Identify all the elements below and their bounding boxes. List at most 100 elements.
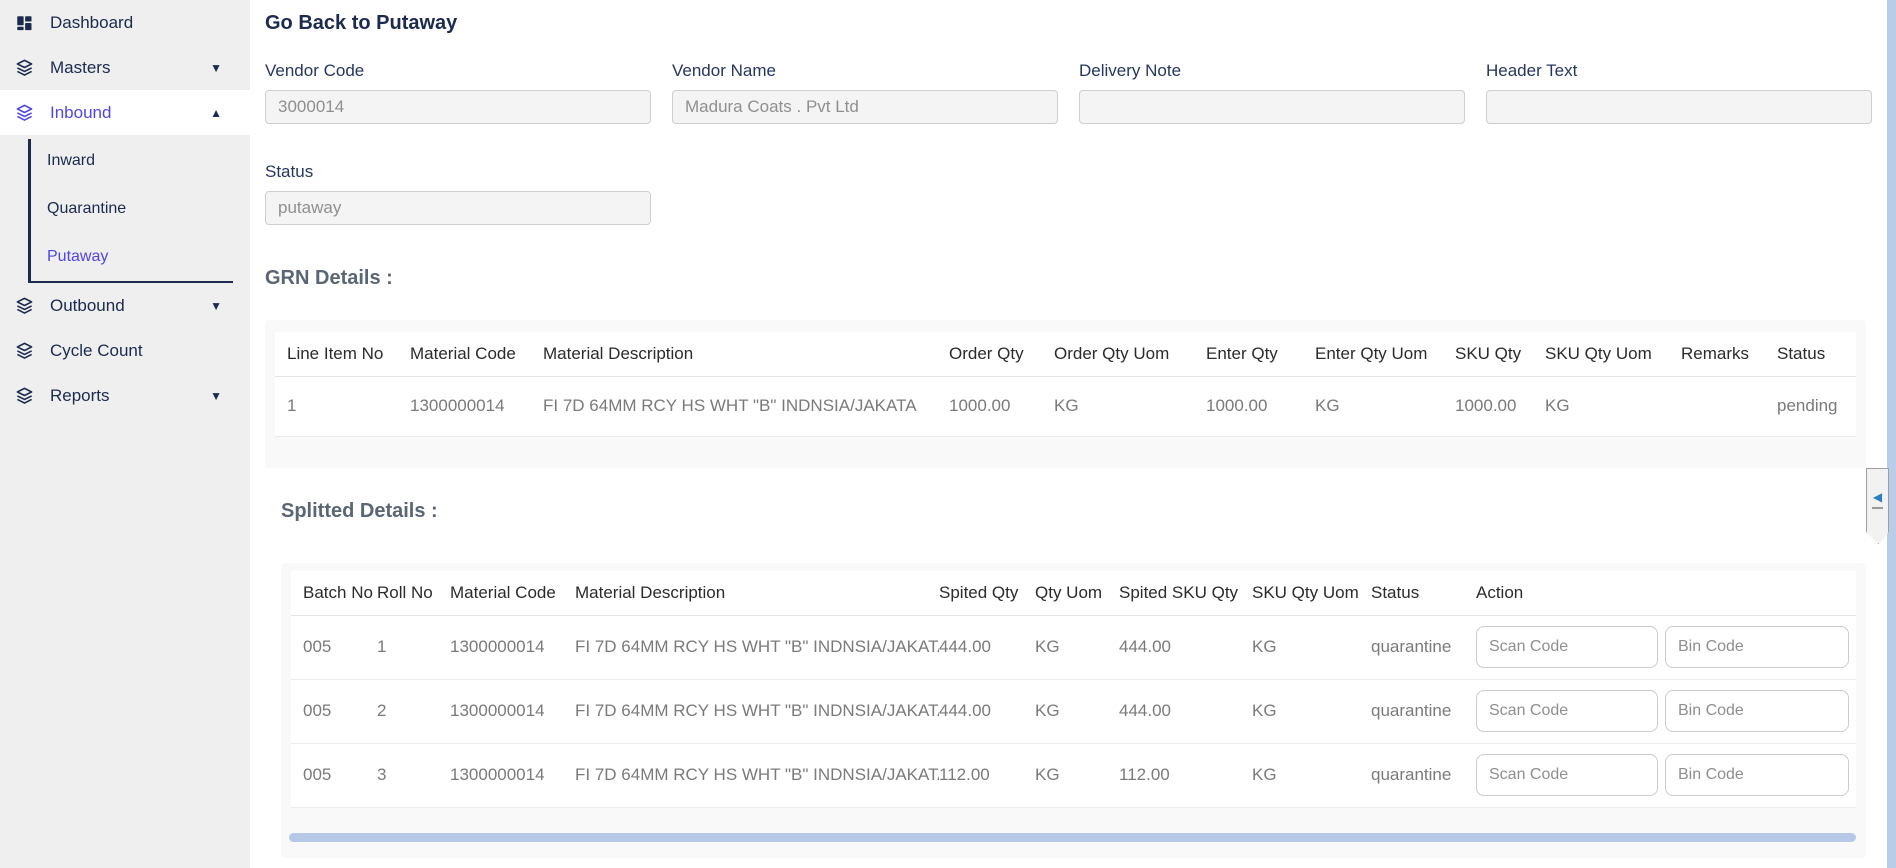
cell-material-code: 1300000014 bbox=[450, 615, 575, 679]
cell-material-description: FI 7D 64MM RCY HS WHT "B" INDNSIA/JAKATA bbox=[575, 743, 939, 807]
vendor-name-label: Vendor Name bbox=[672, 61, 1058, 81]
cell-sku-qty-uom: KG bbox=[1252, 615, 1371, 679]
cell-material-description: FI 7D 64MM RCY HS WHT "B" INDNSIA/JAKATA bbox=[575, 615, 939, 679]
cell-spited-sku-qty: 444.00 bbox=[1119, 679, 1252, 743]
back-link[interactable]: Go Back to Putaway bbox=[265, 12, 457, 35]
vertical-scrollbar[interactable] bbox=[1887, 0, 1896, 868]
grn-cell-sku-qty-uom: KG bbox=[1545, 376, 1681, 436]
grn-header-row: Line Item No Material Code Material Desc… bbox=[275, 332, 1856, 376]
sidebar-item-quarantine[interactable]: Quarantine bbox=[0, 185, 250, 233]
action-cell bbox=[1476, 680, 1850, 743]
splitted-col-header: SKU Qty Uom bbox=[1252, 571, 1371, 615]
panel-collapse-toggle[interactable]: ◀ bbox=[1866, 468, 1889, 544]
cell-batch-no: 005 bbox=[291, 615, 377, 679]
action-cell bbox=[1476, 616, 1850, 679]
caret-down-icon: ▼ bbox=[210, 61, 222, 75]
active-item-underline bbox=[28, 281, 233, 283]
grn-col-header: Order Qty Uom bbox=[1054, 332, 1206, 376]
vendor-code-input[interactable] bbox=[265, 90, 651, 124]
sidebar-item-outbound[interactable]: Outbound ▼ bbox=[0, 283, 250, 328]
grn-col-header: SKU Qty bbox=[1455, 332, 1545, 376]
cell-status: quarantine bbox=[1371, 615, 1476, 679]
cell-qty-uom: KG bbox=[1035, 679, 1119, 743]
scan-code-input[interactable] bbox=[1476, 690, 1658, 732]
nav-label: Outbound bbox=[50, 296, 210, 316]
delivery-note-input[interactable] bbox=[1079, 90, 1465, 124]
bin-code-input[interactable] bbox=[1665, 690, 1849, 732]
caret-up-icon: ▲ bbox=[210, 106, 222, 120]
cell-status: quarantine bbox=[1371, 679, 1476, 743]
cell-spited-sku-qty: 112.00 bbox=[1119, 743, 1252, 807]
layers-icon bbox=[14, 296, 34, 316]
sidebar-item-cycle-count[interactable]: Cycle Count bbox=[0, 328, 250, 373]
splitted-col-header: Roll No bbox=[377, 571, 450, 615]
cell-batch-no: 005 bbox=[291, 743, 377, 807]
grn-cell-order-qty-uom: KG bbox=[1054, 376, 1206, 436]
scan-code-input[interactable] bbox=[1476, 626, 1658, 668]
cell-status: quarantine bbox=[1371, 743, 1476, 807]
grn-cell-order-qty: 1000.00 bbox=[949, 376, 1054, 436]
sidebar-item-inbound[interactable]: Inbound ▲ bbox=[0, 90, 250, 135]
grn-cell-enter-qty-uom: KG bbox=[1315, 376, 1455, 436]
grn-col-header: Order Qty bbox=[949, 332, 1054, 376]
header-form-row-2: Status bbox=[265, 162, 1896, 225]
scan-code-input[interactable] bbox=[1476, 754, 1658, 796]
header-text-label: Header Text bbox=[1486, 61, 1872, 81]
sidebar-item-putaway[interactable]: Putaway bbox=[0, 233, 250, 281]
sidebar-item-inward[interactable]: Inward bbox=[0, 137, 250, 185]
sidebar-item-dashboard[interactable]: Dashboard bbox=[0, 0, 250, 45]
vendor-name-input[interactable] bbox=[672, 90, 1058, 124]
cell-batch-no: 005 bbox=[291, 679, 377, 743]
main-content: Go Back to Putaway Vendor Code Vendor Na… bbox=[250, 0, 1896, 868]
grn-details-card: Line Item No Material Code Material Desc… bbox=[265, 320, 1866, 468]
grn-cell-enter-qty: 1000.00 bbox=[1206, 376, 1315, 436]
header-text-input[interactable] bbox=[1486, 90, 1872, 124]
horizontal-scrollbar[interactable] bbox=[289, 833, 1856, 842]
splitted-col-header: Status bbox=[1371, 571, 1476, 615]
layers-icon bbox=[14, 103, 34, 123]
status-label: Status bbox=[265, 162, 651, 182]
submenu-indent-line bbox=[28, 139, 31, 281]
vendor-code-field: Vendor Code bbox=[265, 61, 651, 124]
bin-code-input[interactable] bbox=[1665, 626, 1849, 668]
splitted-details-title: Splitted Details : bbox=[281, 500, 1896, 523]
sidebar-item-reports[interactable]: Reports ▼ bbox=[0, 373, 250, 418]
nav-label: Cycle Count bbox=[50, 341, 222, 361]
grn-col-header: Material Description bbox=[543, 332, 949, 376]
cell-spited-qty: 112.00 bbox=[939, 743, 1035, 807]
splitted-col-header: Spited SKU Qty bbox=[1119, 571, 1252, 615]
layers-icon bbox=[14, 341, 34, 361]
grn-table: Line Item No Material Code Material Desc… bbox=[275, 332, 1856, 437]
dashboard-icon bbox=[14, 13, 34, 33]
splitted-col-header: Material Code bbox=[450, 571, 575, 615]
splitted-details-card: Batch No Roll No Material Code Material … bbox=[281, 563, 1866, 858]
sidebar-item-masters[interactable]: Masters ▼ bbox=[0, 45, 250, 90]
grn-col-header: Line Item No bbox=[275, 332, 410, 376]
status-input[interactable] bbox=[265, 191, 651, 225]
caret-down-icon: ▼ bbox=[210, 299, 222, 313]
grn-col-header: Remarks bbox=[1681, 332, 1777, 376]
splitted-col-header: Action bbox=[1476, 571, 1856, 615]
splitted-header-row: Batch No Roll No Material Code Material … bbox=[291, 571, 1856, 615]
splitted-col-header: Batch No bbox=[291, 571, 377, 615]
grn-col-header: Enter Qty bbox=[1206, 332, 1315, 376]
bin-code-input[interactable] bbox=[1665, 754, 1849, 796]
grn-cell-material-code: 1300000014 bbox=[410, 376, 543, 436]
splitted-table-row: 005 3 1300000014 FI 7D 64MM RCY HS WHT "… bbox=[291, 743, 1856, 807]
inbound-submenu: Inward Quarantine Putaway bbox=[0, 135, 250, 283]
grn-details-title: GRN Details : bbox=[265, 267, 1896, 290]
cell-roll-no: 1 bbox=[377, 615, 450, 679]
splitted-col-header: Qty Uom bbox=[1035, 571, 1119, 615]
cell-roll-no: 2 bbox=[377, 679, 450, 743]
grn-cell-line-item: 1 bbox=[275, 376, 410, 436]
vendor-name-field: Vendor Name bbox=[672, 61, 1058, 124]
delivery-note-label: Delivery Note bbox=[1079, 61, 1465, 81]
vendor-code-label: Vendor Code bbox=[265, 61, 651, 81]
cell-spited-qty: 444.00 bbox=[939, 679, 1035, 743]
delivery-note-field: Delivery Note bbox=[1079, 61, 1465, 124]
layers-icon bbox=[14, 386, 34, 406]
splitted-table-row: 005 1 1300000014 FI 7D 64MM RCY HS WHT "… bbox=[291, 615, 1856, 679]
cell-qty-uom: KG bbox=[1035, 615, 1119, 679]
nav-label: Masters bbox=[50, 58, 210, 78]
cell-qty-uom: KG bbox=[1035, 743, 1119, 807]
